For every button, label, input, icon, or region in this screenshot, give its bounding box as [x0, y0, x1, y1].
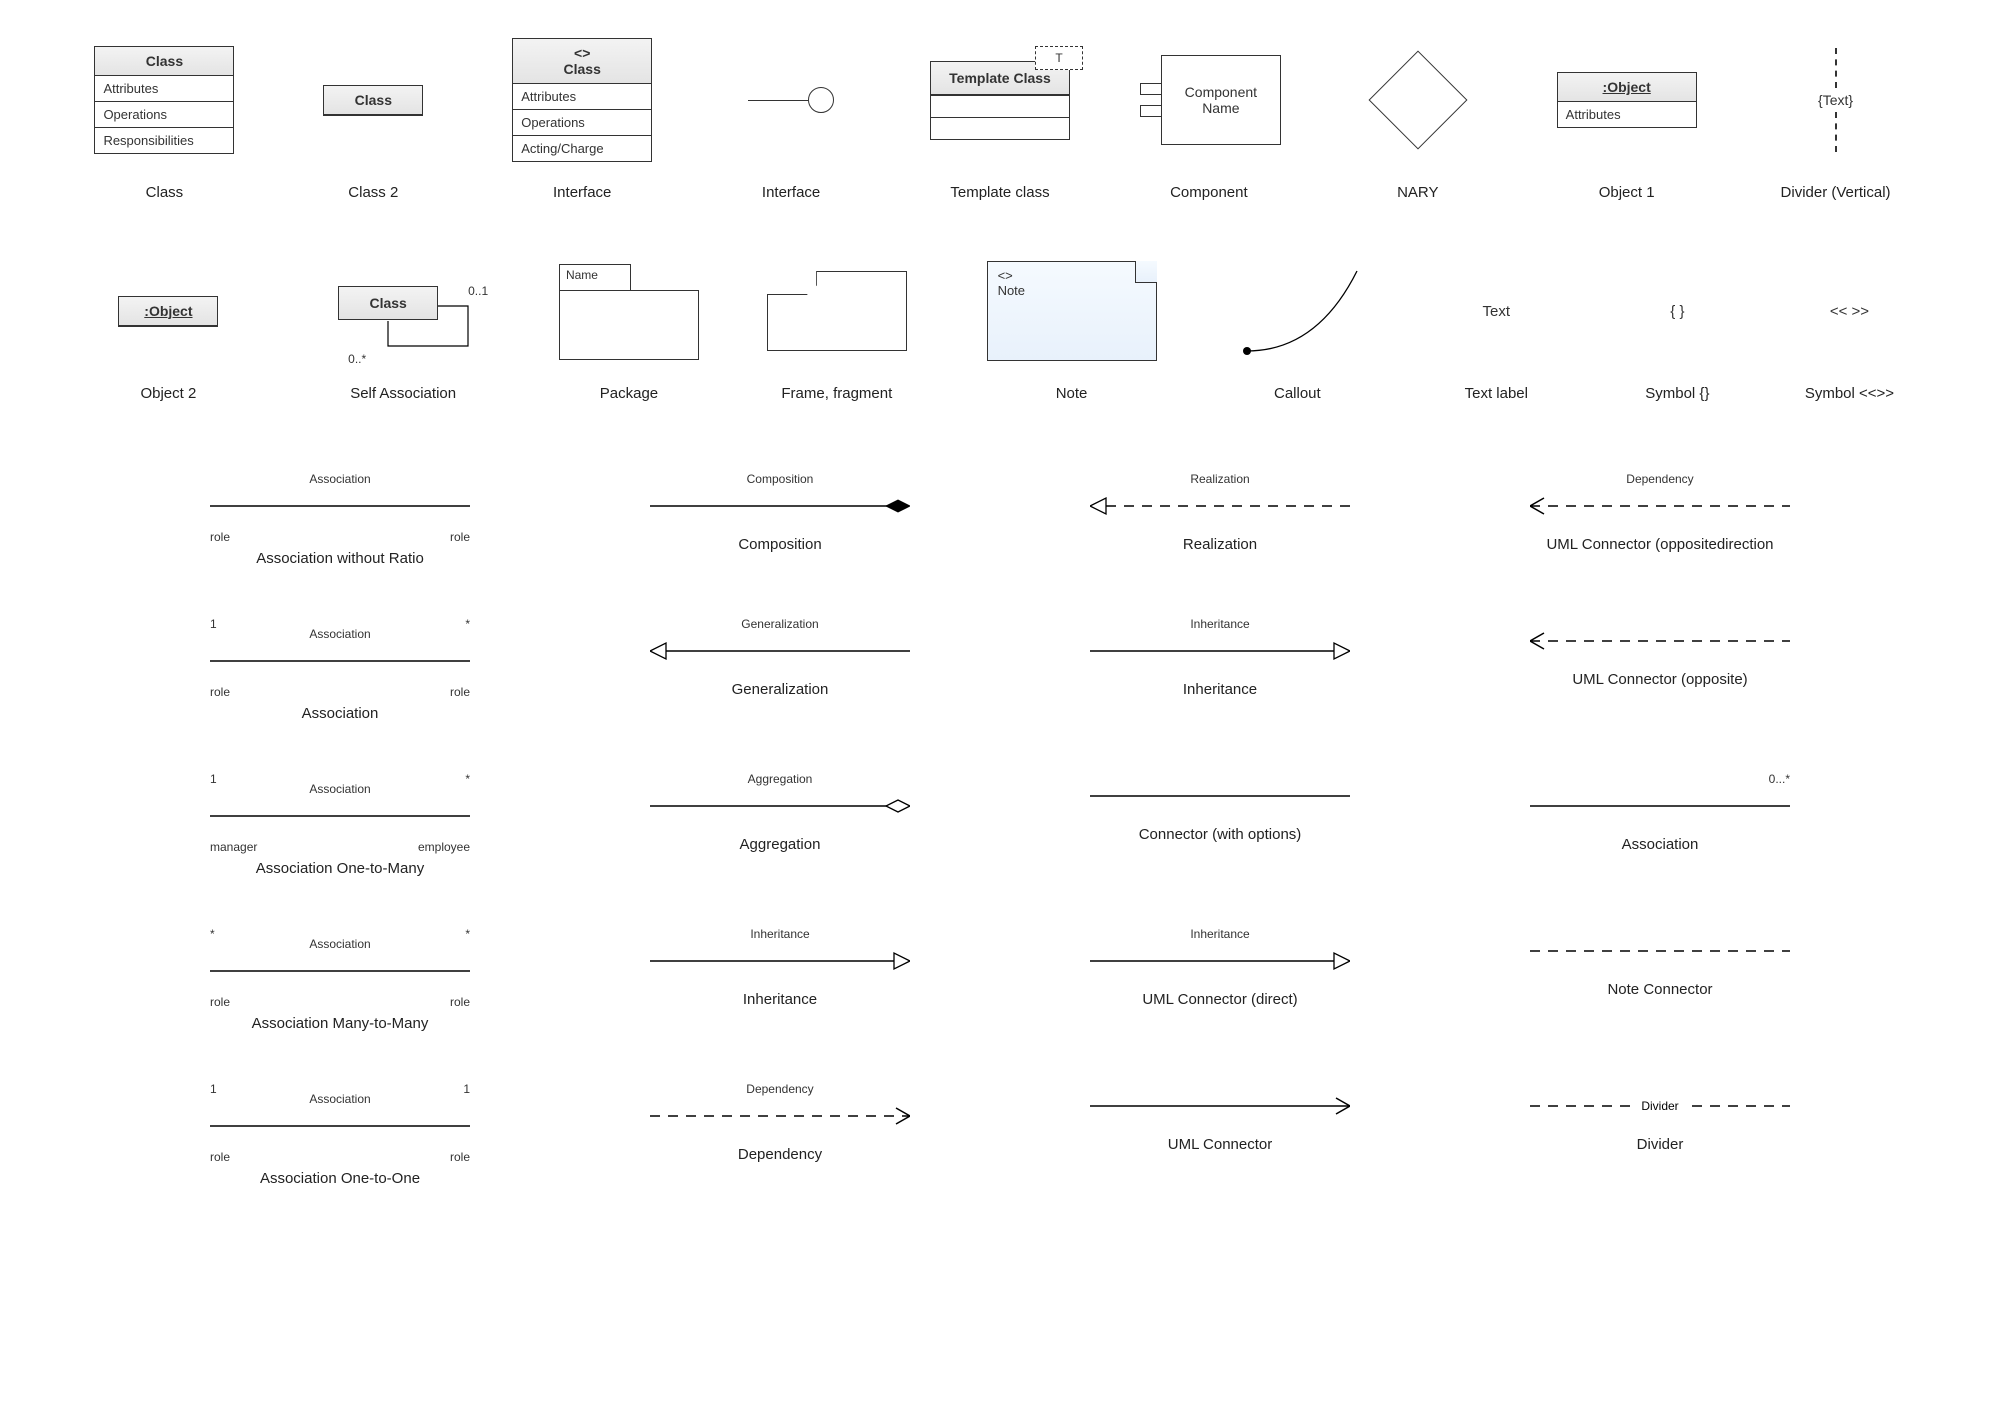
palette-item: <>Note Note — [955, 251, 1188, 402]
uml-shape-text[interactable]: { } — [1606, 251, 1749, 371]
caption: Symbol {} — [1645, 385, 1709, 402]
uml-shape-self_assoc[interactable]: Class0..10..* — [287, 251, 520, 371]
caption: Note — [1056, 385, 1088, 402]
caption: Note Connector — [1607, 981, 1712, 998]
uml-shape-lollipop[interactable] — [697, 30, 886, 170]
uml-shape-component[interactable]: Component Name — [1114, 30, 1303, 170]
caption: Connector (with options) — [1139, 826, 1302, 843]
uml-connector[interactable]: 1*AssociationroleroleAssociation — [150, 617, 530, 722]
palette-item: Name Package — [539, 251, 718, 402]
uml-shape-callout[interactable] — [1208, 251, 1387, 371]
palette-item: {Text} Divider (Vertical) — [1741, 30, 1930, 201]
caption: Association Many-to-Many — [252, 1015, 429, 1032]
caption: Interface — [762, 184, 820, 201]
caption: UML Connector (direct) — [1142, 991, 1297, 1008]
uml-shape-nary[interactable] — [1323, 30, 1512, 170]
caption: UML Connector (opposite) — [1572, 671, 1747, 688]
caption: Callout — [1274, 385, 1321, 402]
uml-shape-class[interactable]: ClassAttributesOperationsResponsibilitie… — [70, 30, 259, 170]
uml-connector[interactable]: DependencyDependency — [590, 1082, 970, 1187]
uml-shape-divider_v[interactable]: {Text} — [1741, 30, 1930, 170]
caption: Association One-to-Many — [256, 860, 424, 877]
uml-connector[interactable]: Connector (with options) — [1030, 772, 1410, 877]
uml-connector[interactable]: DependencyUML Connector (oppositedirecti… — [1470, 472, 1850, 567]
uml-connector[interactable]: CompositionComposition — [590, 472, 970, 567]
uml-shape-object2[interactable]: :Object — [70, 251, 267, 371]
caption: UML Connector — [1168, 1136, 1273, 1153]
caption: Generalization — [732, 681, 829, 698]
palette-item: Component Name Component — [1114, 30, 1303, 201]
caption: Interface — [553, 184, 611, 201]
palette-item: TTemplate Class Template class — [906, 30, 1095, 201]
caption: Class 2 — [348, 184, 398, 201]
uml-connector[interactable]: AssociationroleroleAssociation without R… — [150, 472, 530, 567]
caption: Object 1 — [1599, 184, 1655, 201]
caption: Symbol <<>> — [1805, 385, 1894, 402]
palette-item: Frame, fragment — [738, 251, 935, 402]
caption: Frame, fragment — [781, 385, 892, 402]
caption: Association One-to-One — [260, 1170, 420, 1187]
caption: Class — [146, 184, 184, 201]
palette-item: ClassAttributesOperationsResponsibilitie… — [70, 30, 259, 201]
uml-connector[interactable]: UML Connector — [1030, 1082, 1410, 1187]
uml-shape-text[interactable]: << >> — [1769, 251, 1930, 371]
uml-shape-template[interactable]: TTemplate Class — [906, 30, 1095, 170]
uml-shape-frame[interactable] — [738, 251, 935, 371]
caption: NARY — [1397, 184, 1438, 201]
caption: Divider — [1637, 1136, 1684, 1153]
uml-connector[interactable]: 11AssociationroleroleAssociation One-to-… — [150, 1082, 530, 1187]
palette-item: Class0..10..* Self Association — [287, 251, 520, 402]
caption: Association — [302, 705, 379, 722]
caption: Dependency — [738, 1146, 822, 1163]
caption: Realization — [1183, 536, 1257, 553]
palette-item: Class Class 2 — [279, 30, 468, 201]
caption: Template class — [950, 184, 1049, 201]
palette-item: :ObjectAttributes Object 1 — [1532, 30, 1721, 201]
caption: Package — [600, 385, 658, 402]
palette-item: { } Symbol {} — [1606, 251, 1749, 402]
uml-connector[interactable]: InheritanceInheritance — [1030, 617, 1410, 722]
caption: Text label — [1465, 385, 1528, 402]
uml-connector[interactable]: InheritanceUML Connector (direct) — [1030, 927, 1410, 1032]
caption: Component — [1170, 184, 1248, 201]
palette-item: Callout — [1208, 251, 1387, 402]
uml-connector[interactable]: **AssociationroleroleAssociation Many-to… — [150, 927, 530, 1032]
caption: Composition — [738, 536, 821, 553]
svg-text:Divider: Divider — [1641, 1099, 1678, 1113]
caption: Divider (Vertical) — [1781, 184, 1891, 201]
caption: UML Connector (oppositedirection — [1546, 536, 1773, 553]
caption: Aggregation — [740, 836, 821, 853]
caption: Self Association — [350, 385, 456, 402]
uml-connector[interactable]: Divider Divider — [1470, 1082, 1850, 1187]
palette-item: :Object Object 2 — [70, 251, 267, 402]
uml-connector[interactable]: 1*AssociationmanageremployeeAssociation … — [150, 772, 530, 877]
caption: Association without Ratio — [256, 550, 424, 567]
caption: Inheritance — [1183, 681, 1257, 698]
uml-connector[interactable]: GeneralizationGeneralization — [590, 617, 970, 722]
caption: Inheritance — [743, 991, 817, 1008]
uml-shape-package[interactable]: Name — [539, 251, 718, 371]
uml-connector[interactable]: RealizationRealization — [1030, 472, 1410, 567]
caption: Association — [1622, 836, 1699, 853]
uml-connector[interactable]: AggregationAggregation — [590, 772, 970, 877]
uml-shape-interface_class[interactable]: <>ClassAttributesOperationsActing/Charge — [488, 30, 677, 170]
uml-shape-class_small[interactable]: Class — [279, 30, 468, 170]
uml-connector[interactable]: InheritanceInheritance — [590, 927, 970, 1032]
palette-item: << >> Symbol <<>> — [1769, 251, 1930, 402]
uml-connector[interactable]: 0...*Association — [1470, 772, 1850, 877]
palette-item: Text Text label — [1407, 251, 1586, 402]
caption: Object 2 — [140, 385, 196, 402]
uml-connector[interactable]: Note Connector — [1470, 927, 1850, 1032]
palette-item: NARY — [1323, 30, 1512, 201]
uml-shape-text[interactable]: Text — [1407, 251, 1586, 371]
uml-connector[interactable]: UML Connector (opposite) — [1470, 617, 1850, 722]
uml-shape-note[interactable]: <>Note — [955, 251, 1188, 371]
palette-item: Interface — [697, 30, 886, 201]
palette-item: <>ClassAttributesOperationsActing/Charge… — [488, 30, 677, 201]
uml-shape-object[interactable]: :ObjectAttributes — [1532, 30, 1721, 170]
